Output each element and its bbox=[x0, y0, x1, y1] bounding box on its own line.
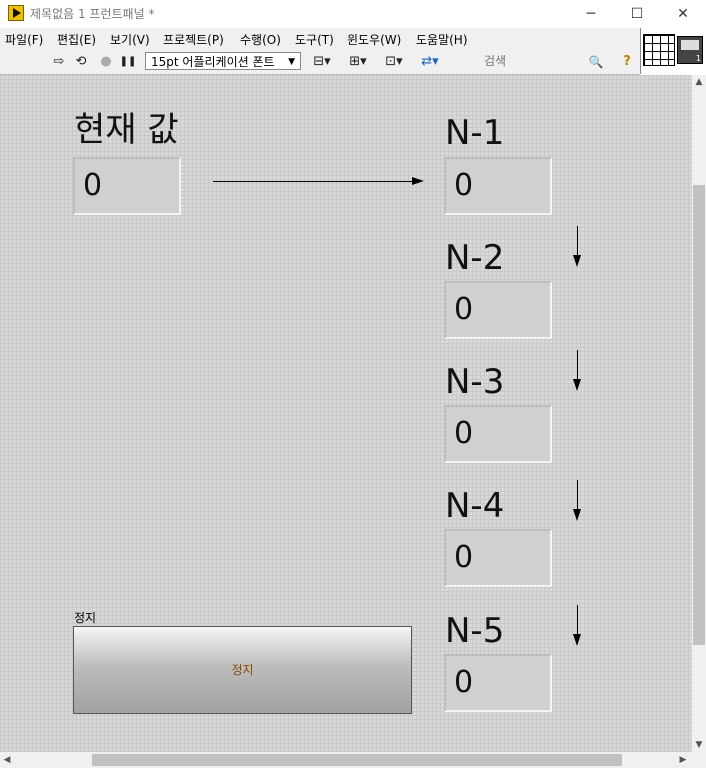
menu-view[interactable]: 보기(V) bbox=[110, 31, 150, 48]
scroll-up-icon[interactable]: ▲ bbox=[692, 75, 706, 89]
scroll-right-icon[interactable]: ▶ bbox=[676, 752, 690, 768]
abort-icon[interactable]: ● bbox=[97, 53, 115, 71]
chevron-down-icon: ▼ bbox=[288, 57, 295, 67]
menu-edit[interactable]: 편집(E) bbox=[57, 31, 96, 48]
n4-indicator[interactable]: 0 bbox=[444, 529, 552, 587]
horizontal-scroll-thumb[interactable] bbox=[92, 754, 622, 766]
menu-window[interactable]: 윈도우(W) bbox=[347, 31, 401, 48]
vi-icon-number: 1 bbox=[695, 54, 701, 63]
arrow-right-icon bbox=[412, 177, 424, 185]
connector-pane-icon[interactable] bbox=[643, 34, 675, 66]
menu-help[interactable]: 도움말(H) bbox=[416, 31, 468, 48]
reorder-icon[interactable]: ⇄▾ bbox=[416, 53, 444, 71]
font-select[interactable]: 15pt 어플리케이션 폰트 ▼ bbox=[145, 52, 301, 70]
n3-indicator[interactable]: 0 bbox=[444, 405, 552, 463]
arrow-n4-to-n5-line bbox=[577, 605, 578, 635]
n3-label: N-3 bbox=[445, 362, 505, 402]
arrow-n2-to-n3-line bbox=[577, 350, 578, 380]
stop-label: 정지 bbox=[74, 611, 97, 625]
current-value-label: 현재 값 bbox=[74, 110, 179, 150]
connector-area: 1 bbox=[640, 28, 706, 74]
n2-label: N-2 bbox=[445, 238, 505, 278]
pause-icon[interactable]: ❚❚ bbox=[119, 53, 137, 71]
arrow-down-icon bbox=[573, 509, 581, 521]
menu-project[interactable]: 프로젝트(P) bbox=[163, 31, 224, 48]
title-bar: 제목없음 1 프런트패널 * ─ ☐ ✕ bbox=[0, 0, 706, 28]
minimize-button[interactable]: ─ bbox=[568, 0, 614, 28]
n1-indicator[interactable]: 0 bbox=[444, 157, 552, 215]
scroll-left-icon[interactable]: ◀ bbox=[0, 752, 14, 768]
font-select-value: 15pt 어플리케이션 폰트 bbox=[151, 55, 275, 69]
n4-label: N-4 bbox=[445, 486, 505, 526]
window-title: 제목없음 1 프런트패널 * bbox=[30, 7, 155, 21]
resize-objects-icon[interactable]: ⊡▾ bbox=[380, 53, 408, 71]
vi-icon[interactable]: 1 bbox=[677, 36, 703, 64]
horizontal-scrollbar[interactable]: ◀ ▶ bbox=[0, 752, 706, 768]
n1-label: N-1 bbox=[445, 113, 505, 153]
front-panel: 현재 값 0 N-1 0 N-2 0 N-3 0 N-4 0 N-5 0 정지 … bbox=[0, 75, 692, 752]
menu-tools[interactable]: 도구(T) bbox=[295, 31, 334, 48]
help-icon[interactable]: ? bbox=[618, 53, 636, 71]
arrow-n3-to-n4-line bbox=[577, 480, 578, 510]
menu-operate[interactable]: 수행(O) bbox=[240, 31, 281, 48]
maximize-button[interactable]: ☐ bbox=[614, 0, 660, 28]
n5-label: N-5 bbox=[445, 611, 505, 651]
menu-file[interactable]: 파일(F) bbox=[5, 31, 43, 48]
n2-indicator[interactable]: 0 bbox=[444, 281, 552, 339]
toolbar: ⇨ ⟲ ● ❚❚ 15pt 어플리케이션 폰트 ▼ ⊟▾ ⊞▾ ⊡▾ ⇄▾ 🔍 … bbox=[0, 50, 640, 75]
search-icon[interactable]: 🔍 bbox=[586, 53, 606, 71]
menu-bar: 파일(F) 편집(E) 보기(V) 프로젝트(P) 수행(O) 도구(T) 윈도… bbox=[0, 28, 640, 50]
current-value-indicator[interactable]: 0 bbox=[73, 157, 181, 215]
arrow-current-to-n1-line bbox=[213, 181, 413, 182]
distribute-objects-icon[interactable]: ⊞▾ bbox=[344, 53, 372, 71]
stop-button[interactable]: 정지 bbox=[73, 626, 412, 714]
close-button[interactable]: ✕ bbox=[660, 0, 706, 28]
align-objects-icon[interactable]: ⊟▾ bbox=[308, 53, 336, 71]
n5-indicator[interactable]: 0 bbox=[444, 654, 552, 712]
labview-app-icon bbox=[8, 5, 24, 21]
run-continuously-icon[interactable]: ⟲ bbox=[72, 53, 90, 71]
arrow-down-icon bbox=[573, 634, 581, 646]
scroll-down-icon[interactable]: ▼ bbox=[692, 738, 706, 752]
run-arrow-icon[interactable]: ⇨ bbox=[50, 53, 68, 71]
arrow-down-icon bbox=[573, 255, 581, 267]
arrow-n1-to-n2-line bbox=[577, 226, 578, 256]
arrow-down-icon bbox=[573, 379, 581, 391]
vertical-scrollbar[interactable]: ▲ ▼ bbox=[692, 75, 706, 752]
vertical-scroll-thumb[interactable] bbox=[693, 185, 705, 645]
